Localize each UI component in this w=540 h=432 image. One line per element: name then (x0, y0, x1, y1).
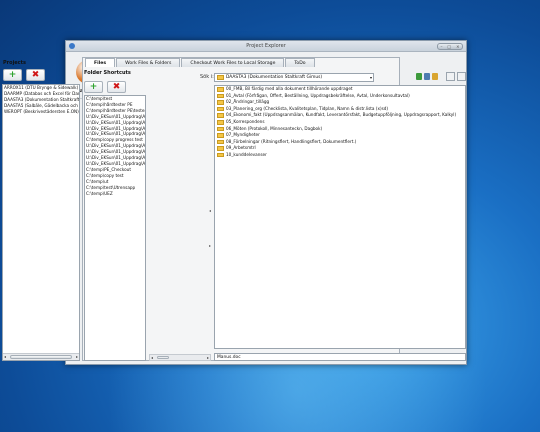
look-in-label: Sök i: (200, 74, 214, 80)
folder-shortcuts-label: Folder Shortcuts (84, 70, 131, 76)
folder-icon (217, 113, 224, 118)
folder-icon (217, 120, 224, 125)
folder-name: 05_Korrespondens (226, 118, 265, 124)
folder-file-list[interactable]: 00_FMB, Bil färdig med alla dokument til… (214, 85, 466, 349)
folder-row[interactable]: 07_Myndigheter (215, 132, 465, 139)
tab-3[interactable]: ToDo (285, 58, 315, 67)
scroll-left-icon[interactable]: ◂ (4, 354, 6, 359)
list-view-icon[interactable] (446, 72, 455, 81)
tab-0[interactable]: Files (85, 58, 116, 67)
folder-icon (217, 126, 224, 132)
path-dropdown[interactable]: DAASTA3 (Dokumentation Staltkraft Gimus)… (214, 73, 374, 82)
path-value: DAASTA3 (Dokumentation Staltkraft Gimus) (226, 75, 323, 80)
shortcut-list-scrollbar[interactable]: ◂ ▸ (149, 354, 211, 361)
folder-row[interactable]: 09_Arbetsmtrl (215, 145, 465, 152)
folder-icon (217, 133, 224, 138)
folder-shortcut-list[interactable]: C:\temp\test C:\temp\hårdtester PE C:\temp… (84, 95, 146, 361)
folder-row[interactable]: 01_Avtal (Förfrågan, Offert, Beställning… (215, 93, 465, 100)
title-bar[interactable]: Project Explorer – □ ✕ (66, 41, 466, 52)
add-shortcut-button[interactable]: + (84, 81, 103, 93)
folder-name: 01_Avtal (Förfrågan, Offert, Beställning… (226, 92, 410, 98)
project-list-item[interactable]: WEROPT (Beskrivestädersten E.ON) (3, 109, 79, 115)
window-title: Project Explorer (246, 43, 286, 49)
folder-name: 04_Ekonomi_fakt (Uppdragsanmälan, Kundfa… (226, 112, 457, 118)
folder-row[interactable]: 00_FMB, Bil färdig med alla dokument til… (215, 86, 465, 93)
folder-row[interactable]: 02_Ändringar_tillägg (215, 99, 465, 106)
splitter-right-icon[interactable]: ▸ (209, 243, 213, 248)
shortcut-list-item[interactable]: C:\temp\hårdtester PE\tester (85, 108, 145, 114)
minimize-icon[interactable]: – (440, 44, 442, 49)
folder-name: 02_Ändringar_tillägg (226, 99, 270, 105)
folder-name: 08_Förbelningar (Ritningsflert, Handling… (226, 138, 357, 144)
splitter-left-icon[interactable]: ◂ (209, 208, 213, 213)
folder-icon (217, 146, 224, 151)
folder-name: 07_Myndigheter (226, 132, 260, 138)
home-icon[interactable] (424, 73, 430, 80)
project-list[interactable]: ARROX11 (DTU Brynge & Sidewalk) DAARMP (D… (2, 84, 80, 361)
folder-icon (217, 152, 224, 158)
folder-row[interactable]: 10_kunddelevanser (215, 152, 465, 159)
new-folder-icon[interactable] (432, 73, 438, 80)
folder-name: 03_Planering_org (Checklista, Kvalitetsp… (226, 105, 389, 111)
tab-bar: Files Work Files & Folders Checkout Work F… (85, 58, 316, 67)
folder-icon (217, 139, 224, 145)
scroll-right-icon[interactable]: ▸ (76, 354, 78, 359)
folder-icon (217, 100, 224, 105)
chevron-down-icon[interactable]: ▾ (370, 75, 372, 80)
remove-project-button[interactable]: ✖ (26, 69, 45, 81)
shortcut-list-item[interactable]: U:\Div_EKSun\01_Uppdrag\Ar (85, 120, 145, 126)
view-mode-icons (446, 72, 466, 81)
scroll-thumb[interactable] (10, 355, 72, 359)
shortcut-list-item[interactable]: U:\Div_EKSun\01_Uppdrag\Ar (85, 161, 145, 167)
scroll-left-icon[interactable]: ◂ (151, 355, 153, 360)
folder-icon (217, 75, 224, 80)
shortcut-list-item[interactable]: U:\Div_EKSun\01_Uppdrag\Ar (85, 114, 145, 120)
folder-name: 09_Arbetsmtrl (226, 145, 256, 151)
selected-file-field[interactable]: Manus.doc (214, 353, 466, 361)
maximize-icon[interactable]: □ (447, 44, 451, 49)
folder-name: 06_Möten (Protokoll, Minnesanteckn, Dagb… (226, 125, 323, 131)
tab-2[interactable]: Checkout Work Files to Local Storage (181, 58, 285, 67)
project-buttons: + ✖ (3, 69, 45, 81)
folder-icon (217, 87, 224, 92)
folder-icon (217, 106, 224, 112)
pane-splitter[interactable]: ◂ ▸ (209, 95, 213, 361)
close-icon[interactable]: ✕ (456, 44, 459, 49)
scroll-right-icon[interactable]: ▸ (207, 355, 209, 360)
folder-name: 10_kunddelevanser (226, 151, 267, 157)
folder-row[interactable]: 03_Planering_org (Checklista, Kvalitetsp… (215, 106, 465, 113)
remove-shortcut-button[interactable]: ✖ (107, 81, 126, 93)
shortcut-buttons: + ✖ (84, 81, 126, 93)
shortcut-list-item[interactable]: C:\temp\UEZ (85, 191, 145, 197)
up-folder-icon[interactable] (416, 73, 422, 80)
folder-icon (217, 93, 224, 99)
details-view-icon[interactable] (457, 72, 466, 81)
scroll-thumb[interactable] (157, 356, 169, 359)
folder-row[interactable]: 06_Möten (Protokoll, Minnesanteckn, Dagb… (215, 126, 465, 133)
folder-row[interactable]: 05_Korrespondens (215, 119, 465, 126)
tab-1[interactable]: Work Files & Folders (116, 58, 181, 67)
folder-row[interactable]: 04_Ekonomi_fakt (Uppdragsanmälan, Kundfa… (215, 112, 465, 119)
projects-label: Projects (3, 60, 27, 66)
add-project-button[interactable]: + (3, 69, 22, 81)
project-list-scrollbar[interactable]: ◂ ▸ (3, 353, 79, 360)
window-controls[interactable]: – □ ✕ (437, 43, 463, 50)
folder-name: 00_FMB, Bil färdig med alla dokument til… (226, 86, 353, 91)
navigation-icons (416, 73, 438, 80)
folder-row[interactable]: 08_Förbelningar (Ritningsflert, Handling… (215, 139, 465, 146)
